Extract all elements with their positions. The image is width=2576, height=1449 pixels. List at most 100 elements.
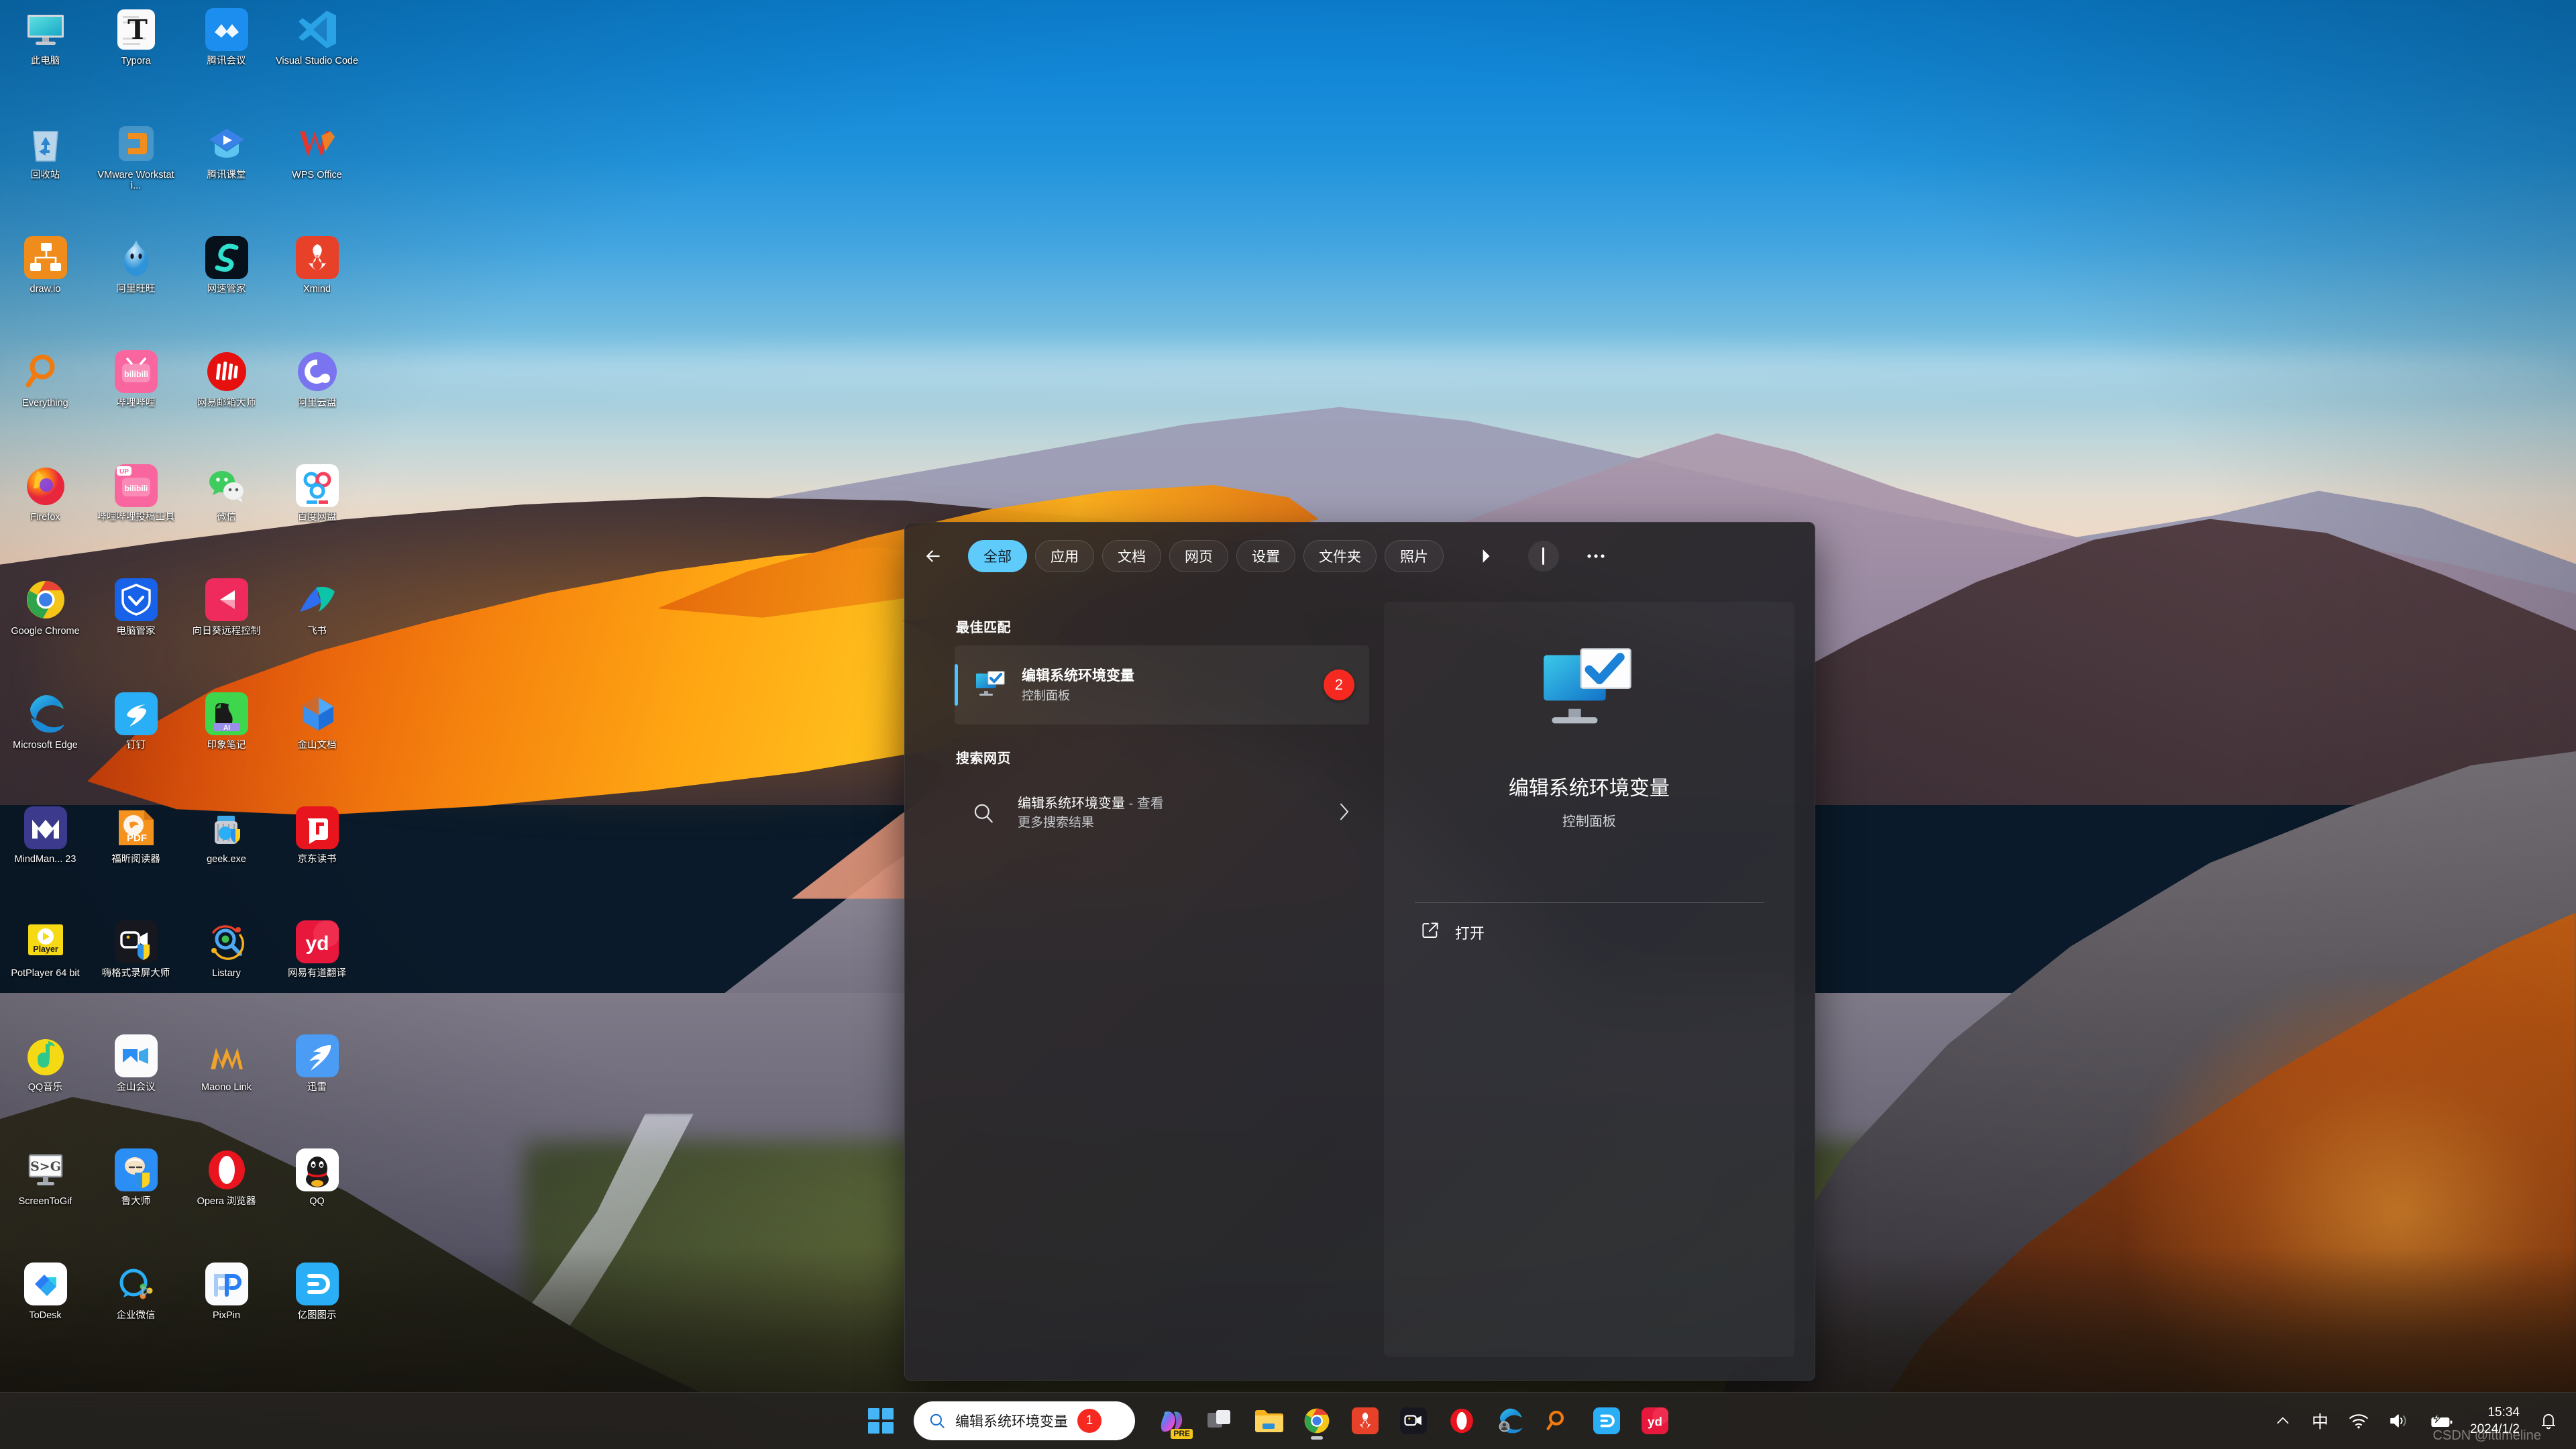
desktop-icon-16[interactable]: 阿里云盘 (272, 345, 362, 459)
desktop-icon-32[interactable]: 京东读书 (272, 801, 362, 915)
taskbar-app-youdao-icon[interactable]: yd (1633, 1399, 1677, 1443)
desktop-icon-43[interactable]: Opera 浏览器 (181, 1143, 272, 1257)
filter-next-chevron-icon[interactable] (1470, 541, 1501, 572)
taskbar-app-file-explorer-icon[interactable] (1246, 1399, 1291, 1443)
desktop-icon-7[interactable]: 腾讯课堂 (181, 117, 272, 231)
foxit-reader-icon: PDF (115, 806, 158, 849)
desktop-icon-34[interactable]: 嗨格式录屏大师 (91, 915, 181, 1029)
desktop-icon-36[interactable]: yd 网易有道翻译 (272, 915, 362, 1029)
taskbar-app-edge-icon[interactable] (1488, 1399, 1532, 1443)
desktop-icon-2[interactable]: T Typora (91, 3, 181, 117)
desktop-icon-6[interactable]: VMware Workstati... (91, 117, 181, 231)
search-filter-5[interactable]: 设置 (1236, 540, 1295, 572)
desktop-icon-4[interactable]: Visual Studio Code (272, 3, 362, 117)
desktop-icon-46[interactable]: 企业微信 (91, 1257, 181, 1371)
battery-charging-icon[interactable] (2420, 1400, 2462, 1442)
desktop-icon-42[interactable]: 鲁大师 (91, 1143, 181, 1257)
desktop-icon-label: Visual Studio Code (275, 56, 359, 66)
aliyun-drive-icon (296, 350, 339, 393)
web-search-section-title: 搜索网页 (956, 751, 1011, 766)
desktop-icon-5[interactable]: 回收站 (0, 117, 91, 231)
desktop-icon-31[interactable]: geek.exe (181, 801, 272, 915)
best-match-title: 编辑系统环境变量 (1022, 667, 1134, 684)
desktop-icon-26[interactable]: 钉钉 (91, 687, 181, 801)
taskbar-app-higeshi-recorder-icon[interactable] (1391, 1399, 1436, 1443)
desktop-icon-23[interactable]: 向日葵远程控制 (181, 573, 272, 687)
desktop-icon-19[interactable]: 微信 (181, 459, 272, 573)
desktop-icon-27[interactable]: AI 印象笔记 (181, 687, 272, 801)
taskbar-app-task-view-icon[interactable] (1198, 1399, 1242, 1443)
start-button[interactable] (859, 1399, 903, 1443)
taskbar-app-everything-icon[interactable] (1536, 1399, 1580, 1443)
desktop-icon-33[interactable]: Player PotPlayer 64 bit (0, 915, 91, 1029)
taskbar-app-xmind-icon[interactable] (1343, 1399, 1387, 1443)
search-filter-7[interactable]: 照片 (1385, 540, 1444, 572)
more-options-icon[interactable] (1580, 541, 1611, 572)
taskbar-app-copilot-icon[interactable]: PRE (1150, 1399, 1194, 1443)
svg-text:Player: Player (33, 945, 58, 954)
desktop-icon-22[interactable]: 电脑管家 (91, 573, 181, 687)
search-filter-6[interactable]: 文件夹 (1303, 540, 1377, 572)
desktop-icon-15[interactable]: 网易邮箱大师 (181, 345, 272, 459)
desktop-icon-label: ScreenToGif (18, 1196, 72, 1207)
desktop-icon-9[interactable]: draw.io (0, 231, 91, 345)
desktop-icon-18[interactable]: bilibili UP 哔哩哔哩投稿工具 (91, 459, 181, 573)
show-hidden-icons-chevron-icon[interactable] (2265, 1400, 2300, 1442)
desktop-icon-8[interactable]: WPS Office (272, 117, 362, 231)
search-filter-3[interactable]: 文档 (1102, 540, 1161, 572)
desktop-icon-1[interactable]: 此电脑 (0, 3, 91, 117)
taskbar-clock[interactable]: 15:34 2024/1/2 (2465, 1400, 2528, 1442)
desktop-icon-13[interactable]: Everything (0, 345, 91, 459)
web-search-query: 编辑系统环境变量 (1018, 796, 1125, 811)
desktop-icon-21[interactable]: Google Chrome (0, 573, 91, 687)
volume-icon[interactable] (2380, 1400, 2418, 1442)
desktop-icon-41[interactable]: S>G ScreenToGif (0, 1143, 91, 1257)
desktop-icon-29[interactable]: MindMan... 23 (0, 801, 91, 915)
svg-text:yd: yd (1648, 1415, 1662, 1429)
notification-bell-icon[interactable] (2530, 1400, 2567, 1442)
desktop-icon-3[interactable]: 腾讯会议 (181, 3, 272, 117)
desktop-icon-label: 福昕阅读器 (111, 854, 160, 865)
desktop-icon-44[interactable]: QQ (272, 1143, 362, 1257)
clock-time: 15:34 (2487, 1405, 2520, 1419)
chrome-icon (24, 578, 67, 621)
ime-indicator-label: 中 (2312, 1413, 2329, 1432)
taskbar-app-opera-icon[interactable] (1440, 1399, 1484, 1443)
desktop-icon-45[interactable]: ToDesk (0, 1257, 91, 1371)
desktop-icon-24[interactable]: 飞书 (272, 573, 362, 687)
desktop-icon-label: Firefox (30, 512, 60, 523)
desktop-icon-14[interactable]: bilibili 哔哩哔哩 (91, 345, 181, 459)
desktop-icon-40[interactable]: 迅雷 (272, 1029, 362, 1143)
best-match-result-card[interactable]: 编辑系统环境变量 控制面板 2 (955, 645, 1369, 724)
desktop-icon-30[interactable]: PDF 福昕阅读器 (91, 801, 181, 915)
wifi-icon[interactable] (2340, 1400, 2377, 1442)
search-filter-4[interactable]: 网页 (1169, 540, 1228, 572)
taskbar-search-box[interactable]: 编辑系统环境变量 1 (914, 1401, 1135, 1440)
search-filter-2[interactable]: 应用 (1035, 540, 1094, 572)
taskbar-app-chrome-icon[interactable] (1295, 1399, 1339, 1443)
desktop-icon-38[interactable]: 金山会议 (91, 1029, 181, 1143)
desktop-icon-28[interactable]: 金山文档 (272, 687, 362, 801)
web-search-result-row[interactable]: 编辑系统环境变量 - 查看 更多搜索结果 (955, 776, 1369, 850)
search-filter-1[interactable]: 全部 (968, 540, 1027, 572)
desktop-icon-35[interactable]: Listary (181, 915, 272, 1029)
bilibili-icon: bilibili (114, 350, 158, 393)
desktop-icon-12[interactable]: Xmind (272, 231, 362, 345)
desktop-icon-10[interactable]: 阿里旺旺 (91, 231, 181, 345)
desktop-icon-47[interactable]: PixPin (181, 1257, 272, 1371)
desktop-icon-39[interactable]: Maono Link (181, 1029, 272, 1143)
preview-open-action[interactable]: 打开 (1415, 903, 1764, 944)
desktop-icon-37[interactable]: QQ音乐 (0, 1029, 91, 1143)
desktop-icon-11[interactable]: 网速管家 (181, 231, 272, 345)
desktop-icon-label: 企业微信 (116, 1310, 156, 1321)
desktop-icon-25[interactable]: Microsoft Edge (0, 687, 91, 801)
search-cursor-button[interactable] (1528, 541, 1559, 572)
desktop-icon-20[interactable]: 百度网盘 (272, 459, 362, 573)
desktop-icon-label: 网易邮箱大师 (197, 398, 256, 409)
ime-indicator[interactable]: 中 (2303, 1400, 2337, 1442)
taskbar-app-edraw-icon[interactable] (1585, 1399, 1629, 1443)
back-arrow-icon[interactable] (918, 541, 948, 571)
desktop-icon-48[interactable]: 亿图图示 (272, 1257, 362, 1371)
edraw-icon (295, 1263, 339, 1305)
desktop-icon-17[interactable]: Firefox (0, 459, 91, 573)
